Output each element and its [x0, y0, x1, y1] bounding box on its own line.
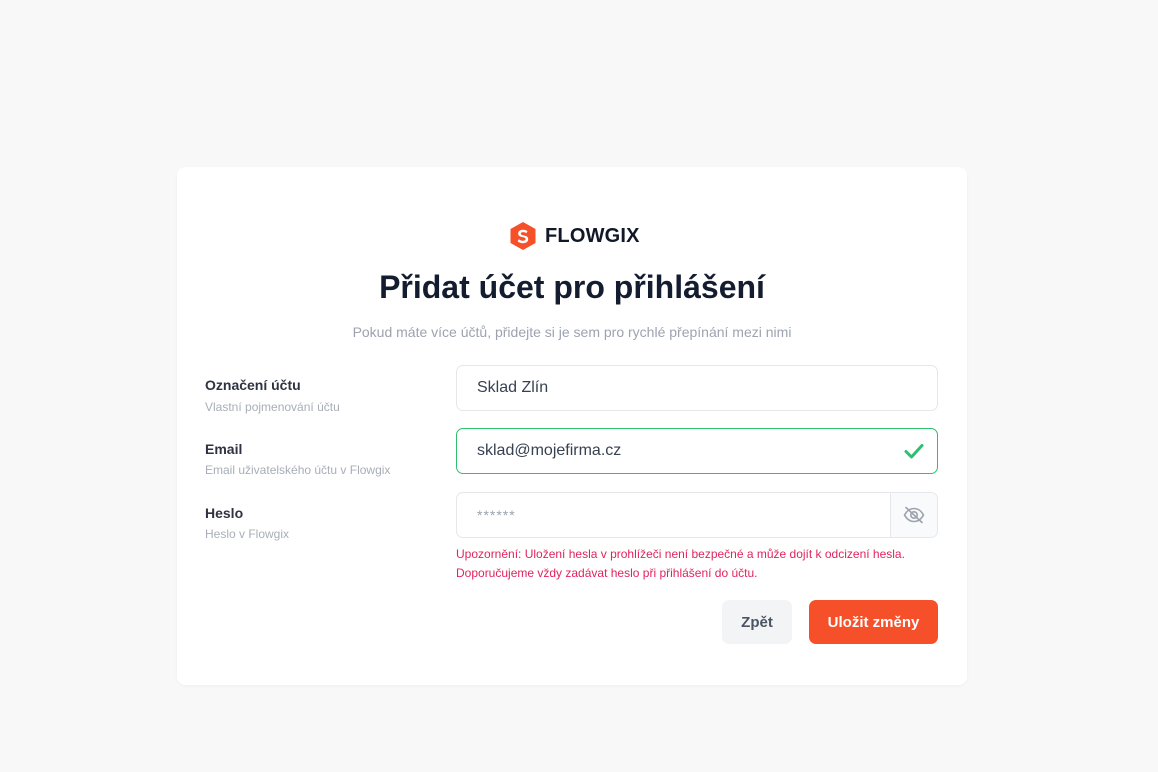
- password-visibility-toggle[interactable]: [890, 493, 937, 537]
- password-label: Heslo: [205, 505, 244, 521]
- page-title: Přidat účet pro přihlášení: [379, 269, 765, 305]
- password-hint: Heslo v Flowgix: [205, 527, 290, 541]
- email-label: Email: [205, 441, 243, 457]
- save-changes-button[interactable]: Uložit změny: [809, 600, 938, 644]
- page-subtitle: Pokud máte více účtů, přidejte si je sem…: [352, 324, 792, 340]
- account-label-label: Označení účtu: [205, 377, 301, 393]
- hexagon-s-logo-icon: [510, 222, 536, 250]
- password-value: ******: [477, 507, 516, 523]
- brand-name: FLOWGIX: [545, 224, 640, 247]
- password-warning: Upozornění: Uložení hesla v prohlížeči n…: [456, 547, 905, 580]
- account-label-input[interactable]: Sklad Zlín: [456, 365, 938, 411]
- brand-logo: FLOWGIX: [509, 221, 640, 251]
- check-icon: [904, 444, 924, 459]
- password-input[interactable]: ******: [457, 493, 890, 537]
- account-label-value: Sklad Zlín: [477, 379, 549, 396]
- account-label-hint: Vlastní pojmenování účtu: [205, 400, 340, 414]
- email-hint: Email uživatelského účtu v Flowgix: [205, 463, 391, 477]
- add-account-card: FLOWGIX Přidat účet pro přihlášení Pokud…: [177, 167, 967, 685]
- email-value: sklad@mojefirma.cz: [477, 442, 622, 459]
- password-field: ******: [456, 492, 938, 538]
- eye-off-icon: [903, 506, 925, 524]
- email-input[interactable]: sklad@mojefirma.cz: [456, 428, 938, 474]
- back-button[interactable]: Zpět: [722, 600, 792, 644]
